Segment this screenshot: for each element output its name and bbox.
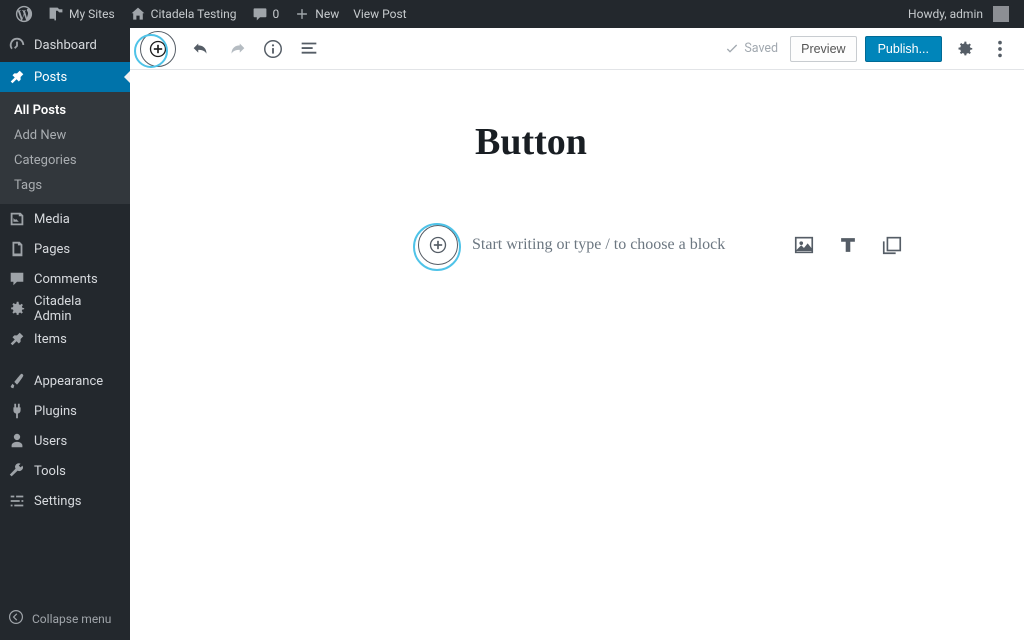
insert-image-button[interactable] [792, 233, 816, 257]
post-title[interactable]: Button [475, 120, 1024, 164]
menu-items[interactable]: Items [0, 324, 130, 354]
gear-icon [8, 300, 26, 318]
collapse-label: Collapse menu [32, 612, 111, 626]
more-options-button[interactable] [986, 35, 1014, 63]
saved-label: Saved [744, 41, 778, 56]
publish-button[interactable]: Publish... [865, 36, 942, 62]
menu-dashboard[interactable]: Dashboard [0, 28, 130, 62]
user-icon [8, 432, 26, 450]
quick-inserter [792, 233, 904, 257]
menu-comments[interactable]: Comments [0, 264, 130, 294]
preview-button[interactable]: Preview [790, 36, 856, 62]
media-icon [8, 210, 26, 228]
submenu-tags[interactable]: Tags [0, 173, 130, 198]
default-block-appender[interactable]: Start writing or type / to choose a bloc… [418, 228, 984, 262]
view-post-label: View Post [353, 7, 406, 21]
block-placeholder-text: Start writing or type / to choose a bloc… [472, 236, 725, 254]
menu-settings-label: Settings [34, 494, 81, 509]
settings-button[interactable] [950, 35, 978, 63]
posts-submenu: All Posts Add New Categories Tags [0, 92, 130, 204]
new-content-link[interactable]: New [286, 0, 346, 28]
submenu-categories[interactable]: Categories [0, 148, 130, 173]
admin-menu: Dashboard Posts All Posts Add New Catego… [0, 28, 130, 640]
editor-canvas: Button [130, 70, 1024, 164]
menu-appearance-label: Appearance [34, 374, 103, 389]
multisite-icon [47, 6, 65, 22]
editor-toolbar: Saved Preview Publish... [130, 28, 1024, 70]
insert-heading-button[interactable] [836, 233, 860, 257]
pin-icon [8, 68, 26, 86]
add-block-button[interactable] [140, 31, 176, 67]
comments-icon [8, 270, 26, 288]
menu-dashboard-label: Dashboard [34, 38, 97, 53]
inline-add-block-button[interactable] [418, 225, 458, 265]
wrench-icon [8, 462, 26, 480]
menu-plugins-label: Plugins [34, 404, 77, 419]
submenu-all-posts[interactable]: All Posts [0, 98, 130, 123]
save-status: Saved [724, 41, 778, 57]
site-name-link[interactable]: Citadela Testing [122, 0, 244, 28]
menu-tools[interactable]: Tools [0, 456, 130, 486]
menu-plugins[interactable]: Plugins [0, 396, 130, 426]
pin-icon [8, 330, 26, 348]
menu-posts[interactable]: Posts [0, 62, 130, 92]
menu-settings[interactable]: Settings [0, 486, 130, 516]
menu-tools-label: Tools [34, 464, 66, 479]
dashboard-icon [8, 36, 26, 54]
collapse-menu[interactable]: Collapse menu [0, 601, 130, 640]
menu-users[interactable]: Users [0, 426, 130, 456]
my-sites-link[interactable]: My Sites [40, 0, 122, 28]
brush-icon [8, 372, 26, 390]
menu-appearance[interactable]: Appearance [0, 366, 130, 396]
menu-media-label: Media [34, 212, 70, 227]
menu-citadela-label: Citadela Admin [34, 294, 122, 324]
undo-button[interactable] [184, 32, 218, 66]
my-sites-label: My Sites [69, 7, 115, 21]
menu-posts-label: Posts [34, 70, 67, 85]
wordpress-icon [15, 5, 33, 23]
collapse-icon [8, 609, 24, 628]
home-icon [129, 6, 147, 22]
menu-citadela-admin[interactable]: Citadela Admin [0, 294, 130, 324]
comment-icon [251, 6, 269, 22]
avatar [993, 6, 1009, 22]
sliders-icon [8, 492, 26, 510]
howdy-label: Howdy, admin [908, 7, 983, 21]
pages-icon [8, 240, 26, 258]
site-title-label: Citadela Testing [151, 7, 237, 21]
menu-separator [0, 354, 130, 366]
menu-media[interactable]: Media [0, 204, 130, 234]
block-editor: Saved Preview Publish... Button Start wr… [130, 28, 1024, 640]
info-button[interactable] [256, 32, 290, 66]
menu-comments-label: Comments [34, 272, 98, 287]
outline-button[interactable] [292, 32, 326, 66]
wp-logo[interactable] [8, 0, 40, 28]
comments-count: 0 [273, 7, 280, 21]
menu-users-label: Users [34, 434, 67, 449]
menu-pages[interactable]: Pages [0, 234, 130, 264]
menu-pages-label: Pages [34, 242, 70, 257]
account-link[interactable]: Howdy, admin [901, 6, 1016, 22]
insert-gallery-button[interactable] [880, 233, 904, 257]
view-post-link[interactable]: View Post [346, 0, 413, 28]
submenu-add-new[interactable]: Add New [0, 123, 130, 148]
comments-link[interactable]: 0 [244, 0, 287, 28]
plug-icon [8, 402, 26, 420]
plus-icon [293, 7, 311, 21]
redo-button[interactable] [220, 32, 254, 66]
menu-items-label: Items [34, 332, 67, 347]
new-label: New [315, 7, 339, 21]
wp-admin-bar: My Sites Citadela Testing 0 New View Pos… [0, 0, 1024, 28]
